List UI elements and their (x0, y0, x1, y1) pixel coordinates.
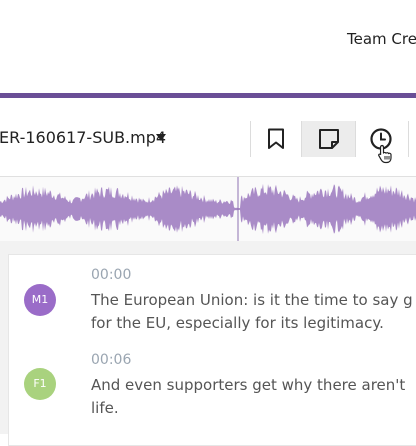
note-icon (318, 129, 339, 149)
note-button[interactable] (302, 121, 355, 157)
utterance-text-line[interactable]: for the EU, especially for its legitimac… (91, 312, 384, 335)
speaker-avatar-f1[interactable]: F1 (24, 368, 56, 400)
toolbar-divider (408, 121, 409, 157)
team-label[interactable]: Team Cre (347, 30, 416, 48)
speaker-avatar-m1[interactable]: M1 (24, 284, 56, 316)
bookmark-icon (268, 128, 284, 149)
audio-waveform[interactable] (0, 177, 416, 241)
hand-cursor-icon (378, 144, 392, 164)
bookmark-button[interactable] (251, 121, 301, 157)
utterance-text-line[interactable]: life. (91, 397, 119, 420)
utterance-timestamp[interactable]: 00:06 (91, 352, 131, 368)
waveform-shape (0, 183, 416, 235)
caret-down-icon[interactable] (156, 134, 166, 141)
file-name-dropdown[interactable]: ER-160617-SUB.mp4 (0, 128, 166, 147)
utterance-text-line[interactable]: And even supporters get why there aren't (91, 374, 405, 397)
top-bar: Team Cre (0, 0, 416, 93)
transcript-card (8, 254, 416, 446)
utterance-timestamp[interactable]: 00:00 (91, 267, 131, 283)
utterance-text-line[interactable]: The European Union: is it the time to sa… (91, 289, 413, 312)
